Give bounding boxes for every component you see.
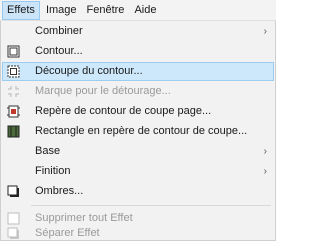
- cut-contour-icon: [7, 65, 20, 78]
- rectangle-crop-mark-icon: [7, 125, 20, 138]
- menu-item-base[interactable]: Base ›: [2, 142, 274, 161]
- menu-item-rectangle-repere-coupe[interactable]: Rectangle en repère de contour de coupe.…: [2, 122, 274, 141]
- menu-item-label: Rectangle en repère de contour de coupe.…: [35, 125, 248, 137]
- submenu-arrow-icon: ›: [263, 26, 267, 37]
- submenu-arrow-icon: ›: [263, 146, 267, 157]
- separate-effect-icon: [7, 227, 19, 239]
- trim-mark-icon: [8, 86, 19, 97]
- menu-item-label: Marque pour le détourage...: [35, 85, 171, 97]
- menu-item-label: Contour...: [35, 45, 83, 57]
- shadow-icon: [7, 185, 19, 197]
- menu-item-separer-effet[interactable]: Séparer Effet: [2, 226, 274, 241]
- menu-item-label: Combiner: [35, 25, 83, 37]
- menu-item-label: Finition: [35, 165, 71, 177]
- submenu-arrow-icon: ›: [263, 166, 267, 177]
- menu-item-label: Base: [35, 145, 61, 157]
- menu-separator: [31, 205, 271, 206]
- menu-item-contour[interactable]: Contour...: [2, 42, 274, 61]
- menu-item-marque-detourage[interactable]: Marque pour le détourage...: [2, 82, 274, 101]
- menu-effets[interactable]: Effets: [2, 0, 40, 20]
- menu-aide[interactable]: Aide: [130, 1, 160, 20]
- menu-item-label: Repère de contour de coupe page...: [35, 105, 212, 117]
- menu-item-label: Découpe du contour...: [35, 65, 143, 77]
- menu-item-decoupe-du-contour[interactable]: Découpe du contour...: [2, 62, 274, 81]
- menu-bar: Effets Image Fenêtre Aide: [0, 0, 276, 21]
- menu-image[interactable]: Image: [42, 1, 81, 20]
- remove-effect-icon: [7, 212, 20, 225]
- menu-item-finition[interactable]: Finition ›: [2, 162, 274, 181]
- menu-item-combiner[interactable]: Combiner ›: [2, 22, 274, 41]
- effets-dropdown-menu: Combiner › Contour... Découpe du contour…: [0, 21, 276, 241]
- menu-item-repere-coupe-page[interactable]: Repère de contour de coupe page...: [2, 102, 274, 121]
- menu-item-label: Ombres...: [35, 185, 84, 197]
- menu-fenetre[interactable]: Fenêtre: [83, 1, 129, 20]
- contour-icon: [7, 45, 20, 58]
- menu-item-label: Séparer Effet: [35, 227, 100, 239]
- page-crop-mark-icon: [7, 105, 20, 118]
- menu-item-ombres[interactable]: Ombres...: [2, 182, 274, 201]
